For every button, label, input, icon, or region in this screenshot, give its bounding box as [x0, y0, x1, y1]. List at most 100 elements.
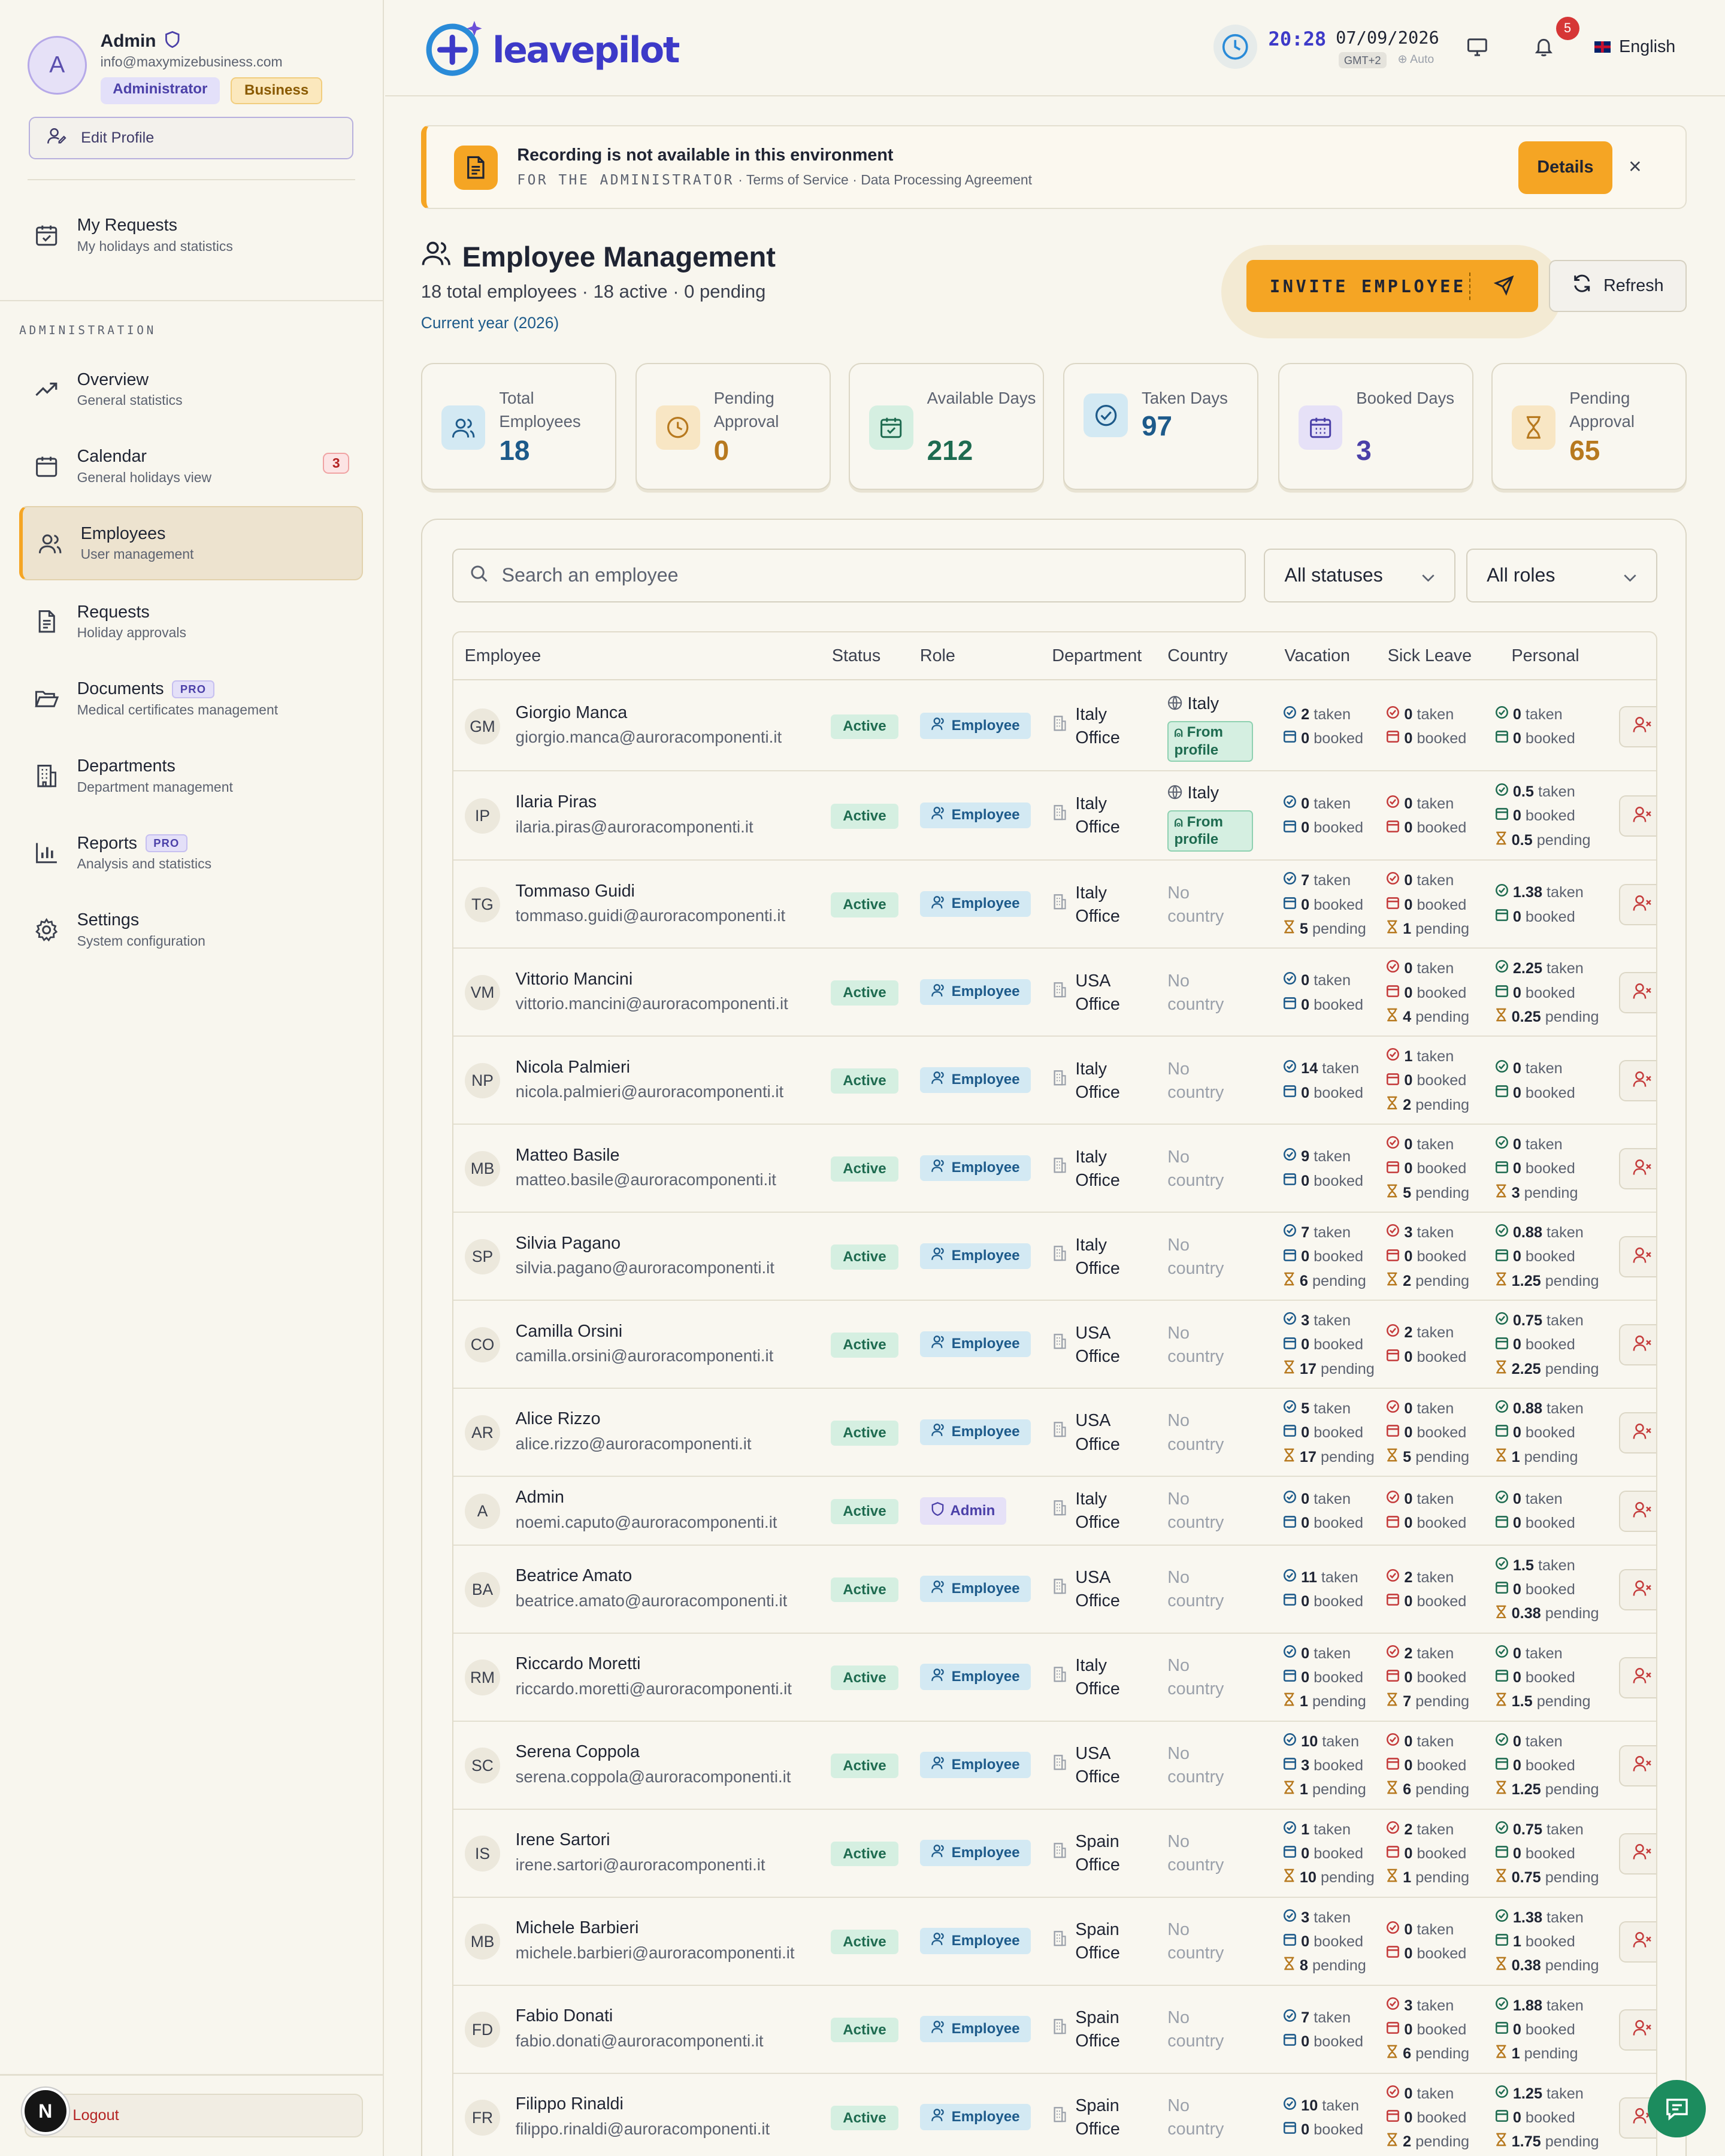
invite-employee-button[interactable]: INVITE EMPLOYEE [1246, 260, 1538, 313]
employee-name[interactable]: Vittorio Mancini [516, 970, 633, 989]
sidebar-item-departments[interactable]: Departments Department management [19, 738, 363, 813]
column-header[interactable]: Status [832, 646, 880, 666]
table-row[interactable]: MB Michele Barbieri michele.barbieri@auror… [453, 1898, 1657, 1986]
employee-name[interactable]: Riccardo Moretti [516, 1654, 641, 1674]
employee-name[interactable]: Ilaria Piras [516, 792, 597, 812]
employee-name[interactable]: Michele Barbieri [516, 1918, 639, 1938]
sidebar-item-reports[interactable]: Reports PRO Analysis and statistics [19, 816, 363, 890]
deactivate-user-button[interactable] [1618, 2009, 1657, 2051]
deactivate-user-button[interactable] [1618, 1568, 1657, 1610]
deactivate-user-button[interactable] [1618, 1148, 1657, 1189]
table-row[interactable]: MB Matteo Basile matteo.basile@auroracompo… [453, 1125, 1657, 1213]
deactivate-user-button[interactable] [1618, 1324, 1657, 1365]
column-header[interactable]: Country [1167, 646, 1227, 666]
table-row[interactable]: FD Fabio Donati fabio.donati@auroracompone… [453, 1986, 1657, 2074]
deactivate-user-button[interactable] [1618, 1412, 1657, 1454]
deactivate-user-button[interactable] [1618, 1833, 1657, 1875]
deactivate-user-button[interactable] [1618, 1236, 1657, 1277]
role-filter-select[interactable]: All roles [1466, 549, 1658, 602]
employee-name[interactable]: Irene Sartori [516, 1830, 610, 1850]
deactivate-user-button[interactable] [1618, 795, 1657, 837]
table-row[interactable]: SP Silvia Pagano silvia.pagano@auroracompo… [453, 1213, 1657, 1301]
leave-taken-value: 0 [1512, 1491, 1521, 1508]
sidebar-item-label: My Requests [77, 216, 177, 235]
user-icon [931, 1756, 946, 1774]
logout-button[interactable]: Logout [25, 2093, 364, 2138]
employee-name[interactable]: Filippo Rinaldi [516, 2094, 624, 2114]
employee-name[interactable]: Camilla Orsini [516, 1322, 623, 1342]
column-header[interactable]: Personal [1511, 646, 1579, 666]
search-input[interactable] [501, 564, 1217, 587]
sidebar-item-calendar[interactable]: Calendar General holidays view 3 [19, 429, 363, 504]
table-row[interactable]: SC Serena Coppola serena.coppola@auroracom… [453, 1722, 1657, 1810]
employee-name[interactable]: Fabio Donati [516, 2006, 613, 2026]
user-x-icon [1633, 1498, 1652, 1524]
table-row[interactable]: RM Riccardo Moretti riccardo.moretti@auror… [453, 1634, 1657, 1722]
employee-name[interactable]: Tommaso Guidi [516, 882, 635, 901]
column-header[interactable]: Vacation [1285, 646, 1351, 666]
column-header[interactable]: Role [920, 646, 955, 666]
column-header[interactable]: Sick Leave [1388, 646, 1472, 666]
table-row[interactable]: NP Nicola Palmieri nicola.palmieri@aurorac… [453, 1037, 1657, 1125]
bell-icon[interactable] [1533, 36, 1555, 63]
employee-name[interactable]: Beatrice Amato [516, 1566, 632, 1586]
banner-links[interactable]: · Terms of Service · Data Processing Agr… [738, 172, 1032, 187]
sidebar-item-settings[interactable]: Settings System configuration [19, 893, 363, 967]
leave-taken: 3 taken [1283, 1309, 1375, 1333]
leave-pending: 5 pending [1283, 917, 1366, 941]
table-row[interactable]: AR Alice Rizzo alice.rizzo@auroracomponent… [453, 1389, 1657, 1477]
deactivate-user-button[interactable] [1618, 1657, 1657, 1698]
sidebar-item-employees[interactable]: Employees User management [19, 506, 364, 581]
leave-booked: 1 booked [1495, 1930, 1599, 1954]
column-header[interactable]: Department [1052, 646, 1142, 666]
table-row[interactable]: FR Filippo Rinaldi filippo.rinaldi@aurorac… [453, 2074, 1657, 2156]
table-row[interactable]: GM Giorgio Manca giorgio.manca@auroracompo… [453, 682, 1657, 771]
close-icon[interactable]: × [1629, 154, 1641, 179]
employee-name[interactable]: Alice Rizzo [516, 1409, 601, 1429]
deactivate-user-button[interactable] [1618, 1745, 1657, 1786]
status-badge: Active [830, 2105, 899, 2131]
employee-name[interactable]: Admin [516, 1488, 564, 1507]
table-row[interactable]: TG Tommaso Guidi tommaso.guidi@auroracompo… [453, 861, 1657, 949]
edit-profile-button[interactable]: Edit Profile [29, 117, 354, 160]
employee-name[interactable]: Serena Coppola [516, 1742, 640, 1762]
table-row[interactable]: A Admin noemi.caputo@auroracomponenti.it Ac… [453, 1477, 1657, 1546]
deactivate-user-button[interactable] [1618, 705, 1657, 747]
leave-booked: 0 booked [1386, 1068, 1469, 1092]
table-row[interactable]: BA Beatrice Amato beatrice.amato@auroracom… [453, 1546, 1657, 1634]
deactivate-user-button[interactable] [1618, 972, 1657, 1014]
avatar[interactable]: A [27, 35, 87, 95]
stat-card-pending-approval: Pending Approval 0 [635, 363, 831, 490]
leave-taken-value: 0 [1404, 795, 1413, 813]
deactivate-user-button[interactable] [1618, 884, 1657, 926]
sidebar-item-requests[interactable]: Requests Holiday approvals [19, 585, 363, 659]
refresh-button[interactable]: Refresh [1549, 260, 1687, 313]
employee-name[interactable]: Silvia Pagano [516, 1234, 621, 1253]
language-selector[interactable]: English [1594, 37, 1675, 57]
chat-icon[interactable] [1648, 2079, 1706, 2138]
monitor-icon[interactable] [1466, 36, 1488, 63]
deactivate-user-button[interactable] [1618, 1491, 1657, 1532]
leave-pending-label: pending [1415, 2133, 1470, 2151]
logo[interactable]: leavepilot [423, 17, 680, 86]
check-circle-icon [1386, 960, 1400, 977]
status-filter-select[interactable]: All statuses [1264, 549, 1455, 602]
n-bubble-icon[interactable]: N [22, 2088, 69, 2135]
file-text-icon [33, 608, 60, 635]
employee-name[interactable]: Nicola Palmieri [516, 1058, 630, 1077]
table-row[interactable]: VM Vittorio Mancini vittorio.mancini@auror… [453, 949, 1657, 1037]
deactivate-user-button[interactable] [1618, 1921, 1657, 1963]
leave-cell-pers: 0 taken 0 booked [1495, 1056, 1575, 1104]
column-header[interactable]: Employee [465, 646, 541, 666]
table-row[interactable]: CO Camilla Orsini camilla.orsini@auroracom… [453, 1301, 1657, 1389]
sidebar-item-overview[interactable]: Overview General statistics [19, 352, 363, 426]
sidebar-item-documents[interactable]: Documents PRO Medical certificates manage… [19, 662, 363, 736]
employee-name[interactable]: Giorgio Manca [516, 703, 628, 723]
sidebar-item-my-requests[interactable]: My Requests My holidays and statistics [19, 198, 363, 272]
deactivate-user-button[interactable] [1618, 1060, 1657, 1102]
details-button[interactable]: Details [1518, 141, 1612, 194]
table-row[interactable]: IP Ilaria Piras ilaria.piras@auroracompone… [453, 771, 1657, 861]
employee-name[interactable]: Matteo Basile [516, 1146, 620, 1165]
search-box[interactable] [452, 549, 1246, 602]
table-row[interactable]: IS Irene Sartori irene.sartori@auroracompo… [453, 1810, 1657, 1898]
